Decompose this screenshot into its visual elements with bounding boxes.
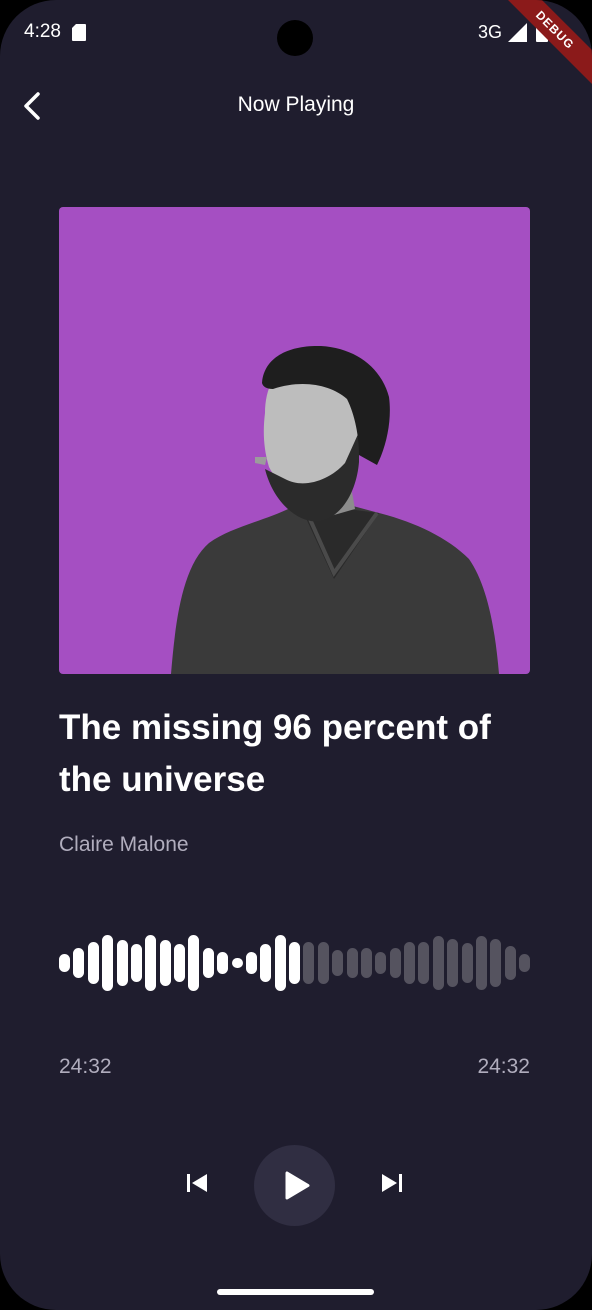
waveform-bar xyxy=(102,935,114,991)
current-time: 24:32 xyxy=(59,1055,112,1078)
waveform-bar xyxy=(130,944,142,982)
audio-waveform-seekbar[interactable] xyxy=(59,930,530,996)
waveform-bar xyxy=(475,936,487,990)
waveform-bar xyxy=(303,942,315,984)
waveform-bar xyxy=(346,948,358,978)
waveform-bar xyxy=(332,950,344,976)
waveform-bar xyxy=(159,940,171,986)
waveform-bar xyxy=(145,935,157,991)
status-time: 4:28 xyxy=(24,21,61,42)
waveform-bar xyxy=(418,942,430,984)
album-cover xyxy=(59,207,530,674)
waveform-bar xyxy=(432,936,444,990)
waveform-bar xyxy=(116,940,128,986)
skip-next-icon xyxy=(382,1174,402,1192)
waveform-bar xyxy=(404,942,415,984)
page-title: Now Playing xyxy=(237,93,355,116)
waveform-bar xyxy=(504,946,516,980)
network-type: 3G xyxy=(478,22,503,42)
phone-screen: 4:28 3G DEBUG Now Playing The missing 96… xyxy=(0,0,592,1310)
waveform-bar xyxy=(231,958,243,968)
waveform-bar xyxy=(202,948,214,978)
front-camera xyxy=(277,20,313,56)
skip-previous-icon xyxy=(187,1174,207,1192)
home-indicator[interactable] xyxy=(217,1289,374,1295)
artist-name: Claire Malone xyxy=(59,833,189,856)
previous-button[interactable] xyxy=(180,1166,214,1200)
play-button[interactable] xyxy=(254,1145,335,1226)
waveform-bar xyxy=(360,948,372,978)
waveform-bar xyxy=(447,939,459,987)
waveform-bar xyxy=(174,944,185,982)
waveform-bar xyxy=(375,952,387,974)
waveform-bar xyxy=(289,942,300,984)
debug-banner: DEBUG xyxy=(493,0,592,92)
waveform-bar xyxy=(217,952,229,974)
waveform-bar xyxy=(245,952,257,974)
waveform-bar xyxy=(73,948,85,978)
status-bar: 4:28 3G DEBUG xyxy=(0,0,592,92)
waveform-bar xyxy=(188,935,200,991)
waveform-bar xyxy=(260,944,272,982)
waveform-bar xyxy=(461,943,473,983)
play-icon xyxy=(285,1171,310,1200)
signal-icon xyxy=(508,23,527,42)
artist-photo xyxy=(171,345,499,674)
track-title: The missing 96 percent of the universe xyxy=(59,708,491,799)
waveform-bar xyxy=(317,942,329,984)
waveform-bar xyxy=(389,948,401,978)
waveform-bar xyxy=(519,954,530,972)
waveform-bar xyxy=(274,935,286,991)
waveform-bar xyxy=(490,939,502,987)
waveform-bar xyxy=(59,954,70,972)
waveform-bar xyxy=(87,942,99,984)
total-time: 24:32 xyxy=(477,1055,530,1078)
sd-card-icon xyxy=(72,24,86,41)
next-button[interactable] xyxy=(375,1166,409,1200)
